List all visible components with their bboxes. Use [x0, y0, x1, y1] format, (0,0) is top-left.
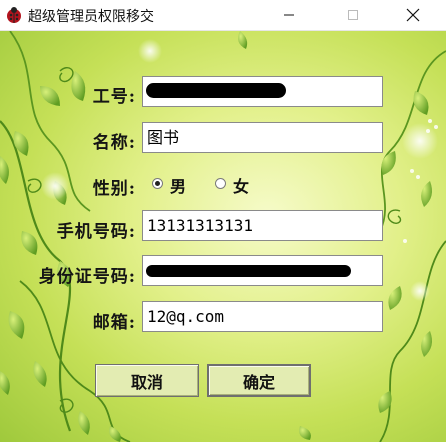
redacted-value [146, 83, 286, 98]
email-label: 邮箱: [92, 313, 136, 333]
redacted-value [146, 265, 351, 277]
close-icon [406, 8, 420, 22]
gender-male-label[interactable]: 男 [170, 173, 186, 197]
gender-female-radio[interactable] [215, 178, 226, 189]
gender-male-radio[interactable] [152, 178, 163, 189]
maximize-icon [348, 10, 358, 20]
email-field[interactable]: 12@q.com [142, 301, 383, 332]
maximize-button[interactable] [330, 0, 376, 30]
id-card-field[interactable] [142, 255, 383, 286]
name-label: 名称: [92, 133, 136, 153]
gender-female-label[interactable]: 女 [233, 173, 249, 197]
gender-label: 性别: [92, 179, 136, 199]
name-field[interactable]: 图书 [142, 122, 383, 153]
cancel-button[interactable]: 取消 [95, 364, 199, 397]
confirm-button[interactable]: 确定 [207, 364, 311, 397]
close-button[interactable] [390, 0, 436, 30]
phone-label: 手机号码: [56, 222, 136, 242]
minimize-button[interactable] [266, 0, 312, 30]
employee-id-label: 工号: [92, 87, 136, 107]
window-title: 超级管理员权限移交 [28, 9, 154, 25]
employee-id-field[interactable] [142, 76, 383, 107]
form-area: 工号: 名称: 图书 性别: 男 女 手机号码: 13131313131 身份证… [0, 31, 446, 442]
phone-field[interactable]: 13131313131 [142, 210, 383, 241]
id-card-label: 身份证号码: [38, 267, 136, 287]
app-window: 超级管理员权限移交 工号: 名称: 图书 性别: 男 女 手机号码: 13131… [0, 0, 446, 442]
title-bar: 超级管理员权限移交 [0, 0, 446, 31]
ladybug-icon [5, 6, 23, 24]
minimize-icon [284, 14, 294, 16]
